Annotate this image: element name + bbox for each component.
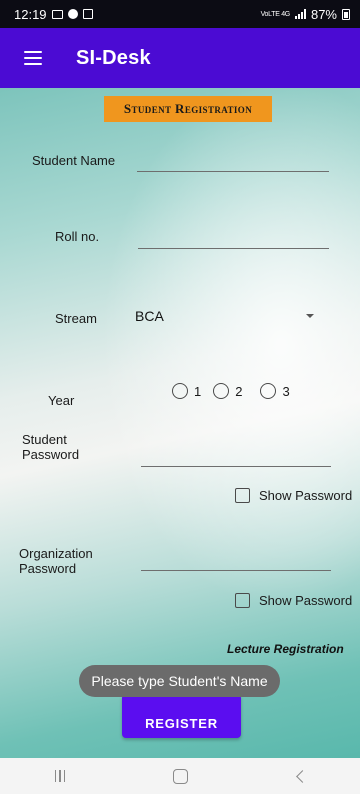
organization-password-label-line1: Organization <box>19 546 93 561</box>
organization-password-label: Organization Password <box>19 546 93 576</box>
year-radio-1[interactable]: 1 <box>172 383 201 399</box>
student-password-label-line2: Password <box>22 447 80 462</box>
year-radio-group: 1 2 3 <box>172 383 302 399</box>
organization-password-label-line2: Password <box>19 561 77 576</box>
stream-select[interactable]: BCA <box>135 308 164 324</box>
message-notification-icon <box>67 9 78 19</box>
year-radio-3[interactable]: 3 <box>260 383 290 399</box>
checkbox-icon <box>235 593 250 608</box>
year-label: Year <box>48 393 75 408</box>
recent-apps-button[interactable] <box>40 761 80 791</box>
student-password-label: Student Password <box>22 432 79 462</box>
stream-label: Stream <box>55 311 97 326</box>
back-button[interactable] <box>280 761 320 791</box>
show-password-label: Show Password <box>259 593 353 608</box>
roll-no-label: Roll no. <box>55 229 100 244</box>
battery-percent: 87% <box>310 6 337 22</box>
organization-password-input[interactable] <box>141 570 331 571</box>
checkbox-notification-icon <box>82 9 93 19</box>
radio-icon <box>172 383 188 399</box>
app-bar: SI-Desk <box>0 28 360 88</box>
back-chevron-icon <box>295 769 309 783</box>
hamburger-menu-icon[interactable] <box>24 51 42 65</box>
student-name-input[interactable] <box>137 171 329 172</box>
lecture-registration-link[interactable]: Lecture Registration <box>227 642 344 656</box>
year-option-label: 2 <box>235 383 243 399</box>
status-time: 12:19 <box>14 6 47 22</box>
show-password-label: Show Password <box>259 488 353 503</box>
student-password-input[interactable] <box>141 466 331 467</box>
gallery-notification-icon <box>51 9 63 19</box>
roll-no-input[interactable] <box>138 248 329 249</box>
checkbox-icon <box>235 488 250 503</box>
year-radio-2[interactable]: 2 <box>213 383 242 399</box>
show-student-password-checkbox[interactable]: Show Password <box>235 488 352 503</box>
show-organization-password-checkbox[interactable]: Show Password <box>235 593 352 608</box>
year-option-label: 3 <box>282 383 290 399</box>
home-icon <box>172 768 188 784</box>
toast-message: Please type Student's Name <box>79 665 280 697</box>
registration-form: Student Registration Student Name Roll n… <box>0 88 360 758</box>
system-navigation-bar <box>0 758 360 794</box>
status-left: 12:19 <box>14 7 93 22</box>
year-option-label: 1 <box>194 383 202 399</box>
student-name-label: Student Name <box>32 153 116 168</box>
page-title: Student Registration <box>104 96 272 122</box>
app-title: SI-Desk <box>76 46 151 69</box>
radio-icon <box>213 383 230 399</box>
radio-icon <box>260 383 277 399</box>
status-right: VoLTE 4G 87% <box>261 7 350 22</box>
recent-apps-icon <box>54 770 66 782</box>
signal-strength-icon <box>294 9 306 19</box>
chevron-down-icon[interactable] <box>306 314 314 318</box>
status-bar: 12:19 VoLTE 4G 87% <box>0 0 360 28</box>
network-type-icon: VoLTE 4G <box>260 10 291 18</box>
student-password-label-line1: Student <box>22 432 67 447</box>
register-button[interactable]: REGISTER <box>122 694 241 738</box>
battery-icon <box>342 8 350 20</box>
home-button[interactable] <box>160 761 200 791</box>
